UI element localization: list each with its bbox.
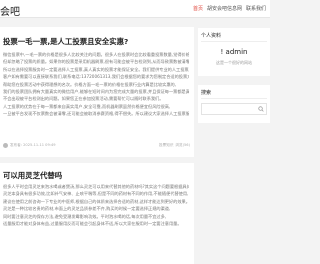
site-description: 这是一个很好的网站 bbox=[216, 60, 252, 65]
post-title[interactable]: 可以用灵芝代替吗 bbox=[3, 170, 62, 181]
main-nav: 首页 胡安会吧信息网 联系我们 bbox=[193, 5, 266, 12]
widget-title: 个人资料 bbox=[201, 33, 222, 39]
excerpt-line: 不会出现被平台检测出的问题。如果您正在参加投票活动,需要帮忙可以随时联系我们。 bbox=[3, 96, 164, 102]
excerpt-line: 微信投票中,一毛一票的价格是很多人比较关注的问题。很多人在投票时会比较看重投票数… bbox=[3, 52, 189, 57]
post-excerpt: 微信投票中,一毛一票的价格是很多人比较关注的问题。很多人在投票时会比较看重投票数… bbox=[3, 51, 189, 118]
excerpt-line: 帮助您在投票活动中获得理想的名次。价格方面一毛一票的价格在投票行业内算是比较实惠… bbox=[3, 81, 177, 87]
divider bbox=[201, 98, 267, 99]
excerpt-line: 适量服用才能对身体有益,过量服用反而可能会引起身体不适,所以大家在服用时一定要注… bbox=[3, 221, 182, 227]
nav-item-home[interactable]: 首页 bbox=[193, 5, 203, 12]
excerpt-line: 人工投票的优势在于每一票都来自真实用户,安全可靠,而机器刷票虽然价格便宜但风险很… bbox=[3, 103, 171, 109]
post-category[interactable]: 投票知识 bbox=[159, 143, 173, 148]
excerpt-line: 灵芝是一种比较名贵的药材,市面上的灵芝品质参差不齐,购买的时候一定要选择正规的渠… bbox=[3, 206, 171, 212]
excerpt-line: 一旦被平台发现不仅票数会被清零,还可能会被取消参赛资格,得不偿失。所以建议大家选… bbox=[3, 111, 189, 117]
profile-widget: 个人资料 ! admin 这是一个很好的网站 bbox=[198, 28, 270, 76]
divider bbox=[201, 41, 267, 42]
post-card: 可以用灵芝代替吗 很多人平时会用灵芝来泡水喝或者煲汤,那么灵芝可以用来代替其他的… bbox=[0, 163, 194, 264]
avatar bbox=[3, 143, 8, 148]
admin-name[interactable]: ! admin bbox=[198, 48, 270, 56]
excerpt-line: 所以在选择投票服务时一定要选择人工投票,真人真实的投票才能保证安全。我们提供专业… bbox=[3, 66, 189, 72]
excerpt-line: 很多人平时会用灵芝来泡水喝或者煲汤,那么灵芝可以用来代替其他的药材吗?其实这个问… bbox=[3, 184, 189, 189]
post-views: 浏览(56) bbox=[175, 143, 190, 147]
excerpt-line: 建议在使用之前咨询一下专业的中医师,根据自己的体质来选择合适的药材,这样才能达到… bbox=[3, 198, 189, 204]
excerpt-line: 灵芝本身具有很多功效,比如补气安神、止咳平喘等,但是不同的药材有不同的作用,不能… bbox=[3, 191, 189, 197]
nav-item-contact[interactable]: 联系我们 bbox=[246, 5, 266, 12]
search-widget: 搜索 bbox=[198, 85, 270, 123]
search-input[interactable] bbox=[202, 104, 258, 114]
excerpt-line: 我们的投票团队拥有大量真实的微信用户,能够在短时间内为您完成大量的投票,并且保证… bbox=[3, 89, 189, 95]
top-bar: 会吧 首页 胡安会吧信息网 联系我们 bbox=[0, 0, 270, 18]
post-card: 投票一毛一票,是人工投票且安全实惠? 微信投票中,一毛一票的价格是很多人比较关注… bbox=[0, 27, 194, 157]
site-logo[interactable]: 会吧 bbox=[0, 3, 20, 18]
post-meta: 发布者: 2025-11-11 09:49 投票知识 浏览(56) bbox=[3, 143, 190, 148]
widget-title: 搜索 bbox=[201, 90, 212, 96]
nav-item-site[interactable]: 胡安会吧信息网 bbox=[207, 5, 242, 12]
search-box bbox=[201, 103, 267, 115]
excerpt-line: 同时要注意灵芝的保存方法,避免受潮发霉影响功效。平时泡水喝的话,每次用量不宜过多… bbox=[3, 213, 167, 219]
post-date: 发布者: 2025-11-11 09:49 bbox=[10, 143, 56, 147]
post-excerpt: 很多人平时会用灵芝来泡水喝或者煲汤,那么灵芝可以用来代替其他的药材吗?其实这个问… bbox=[3, 183, 189, 227]
excerpt-line: 客户如有需要可以直接联系我们,联系电话:13720061313,我们会根据您的要… bbox=[3, 74, 189, 80]
excerpt-line: 但却忽略了投票的质量。如果你的投票是采用机器刷票,很有可能会被平台检测到,从而导… bbox=[3, 59, 189, 65]
post-title[interactable]: 投票一毛一票,是人工投票且安全实惠? bbox=[3, 36, 128, 47]
